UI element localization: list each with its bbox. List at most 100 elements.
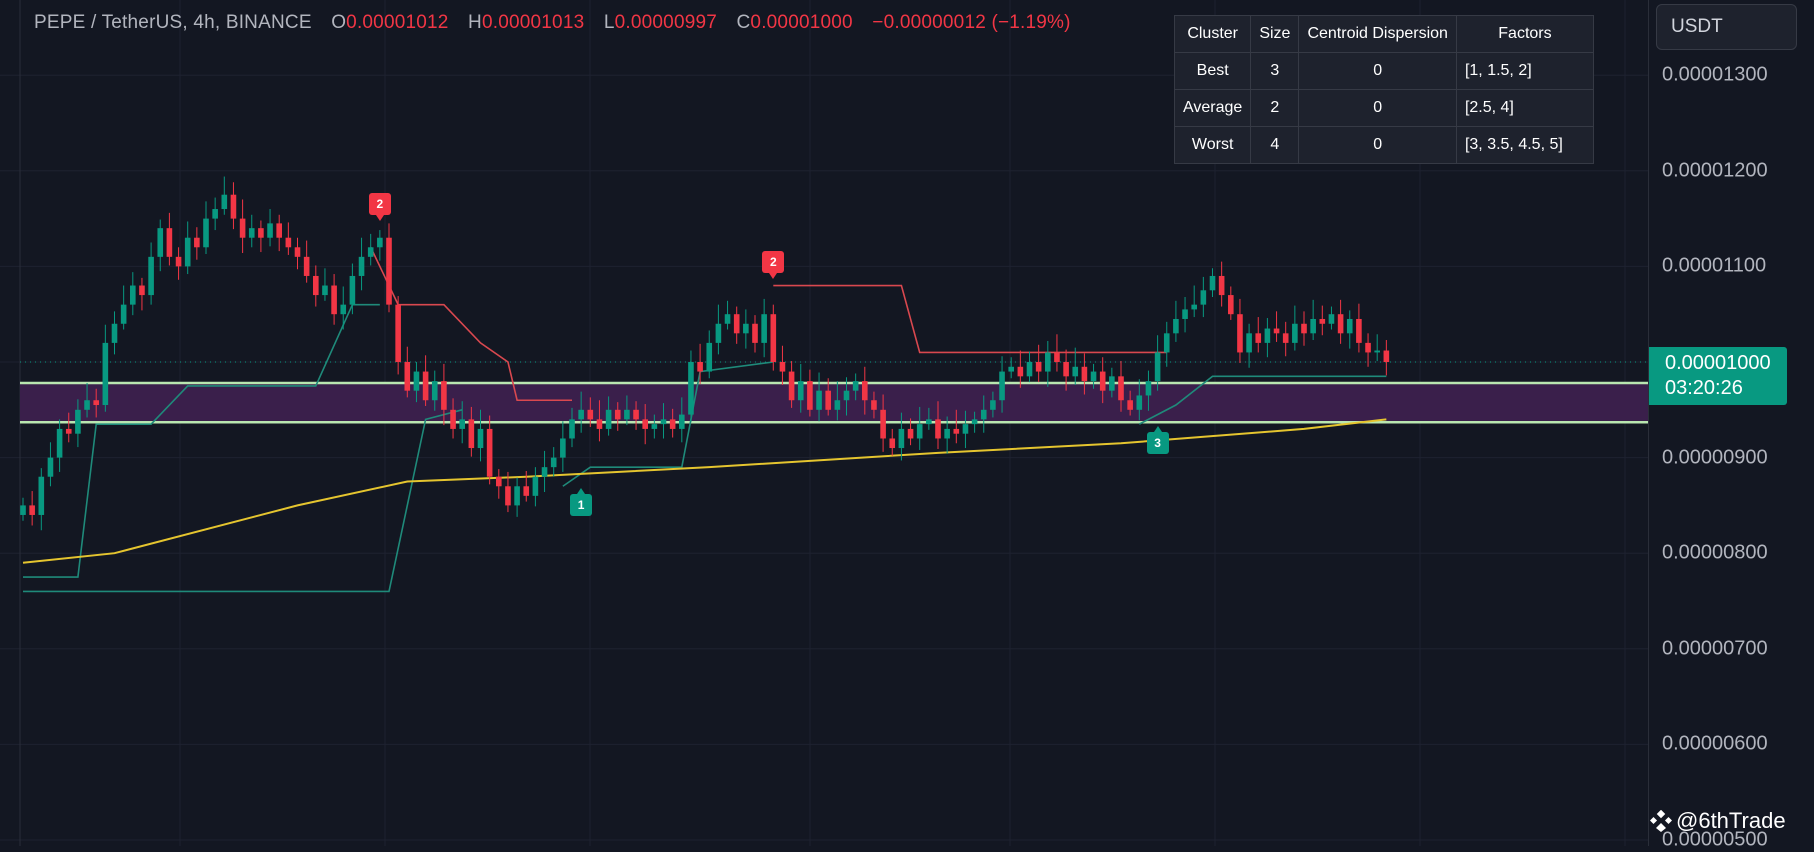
candle-up <box>38 476 45 515</box>
header-factors: Factors <box>1455 15 1594 53</box>
header-dispersion: Centroid Dispersion <box>1298 15 1457 53</box>
candle-up <box>569 419 575 439</box>
candle-up <box>477 428 484 449</box>
candle-up <box>120 304 127 324</box>
candle-up <box>1109 376 1115 391</box>
candle-down <box>825 390 831 410</box>
candle-up <box>944 428 950 439</box>
high-label: H <box>468 12 482 33</box>
bullish-trailing-stop-line <box>23 303 380 578</box>
candle-down <box>496 476 502 487</box>
binance-logo-icon <box>1650 810 1672 832</box>
cell-size: 3 <box>1250 52 1300 90</box>
candle-up <box>999 371 1005 401</box>
candle-up <box>852 381 859 391</box>
candle-up <box>550 457 557 468</box>
candle-up <box>1328 314 1335 324</box>
candle-down <box>395 304 401 362</box>
candle-up <box>797 381 804 401</box>
candle-up <box>688 362 694 415</box>
candle-down <box>889 438 896 449</box>
candle-down <box>871 400 877 410</box>
candle-down <box>1127 400 1133 410</box>
change-value: −0.00000012 (−1.19%) <box>872 12 1071 33</box>
open-value: 0.00001012 <box>346 12 449 33</box>
candle-down <box>450 409 456 429</box>
ema-line <box>22 418 1387 564</box>
candle-down <box>807 381 813 410</box>
price-tick-label: 0.00000600 <box>1662 732 1768 755</box>
candle-down <box>230 194 237 219</box>
cluster-table: Cluster Size Centroid Dispersion Factors… <box>1173 15 1594 164</box>
last-price-tag: 0.00001000 03:20:26 <box>1649 347 1787 405</box>
candle-down <box>294 247 301 257</box>
bearish-trailing-stop-line <box>773 284 1167 354</box>
cell-dispersion: 0 <box>1298 89 1457 127</box>
candle-up <box>816 390 822 410</box>
candle-up <box>1191 304 1197 310</box>
candle-up <box>130 285 136 305</box>
candle-up <box>203 218 209 248</box>
candle-down <box>175 256 182 267</box>
candle-up <box>1008 366 1014 372</box>
candle-up <box>1182 309 1188 319</box>
candle-down <box>907 428 914 439</box>
candle-up <box>971 419 978 425</box>
candle-down <box>633 409 639 420</box>
candle-up <box>20 505 26 515</box>
support-resistance-band <box>20 383 1648 423</box>
cell-size: 4 <box>1250 126 1300 164</box>
candle-up <box>560 438 566 458</box>
candle-down <box>1282 333 1289 343</box>
currency-button[interactable]: USDT <box>1656 4 1797 50</box>
candle-up <box>184 237 191 267</box>
candle-down <box>1237 314 1243 353</box>
candle-down <box>1319 318 1326 324</box>
candle-down <box>1118 376 1124 401</box>
price-axis[interactable] <box>1648 0 1814 846</box>
candle-up <box>75 409 81 434</box>
candle-down <box>669 419 676 429</box>
candle-up <box>212 209 218 219</box>
table-header-row: Cluster Size Centroid Dispersion Factors <box>1173 15 1594 53</box>
watermark-text: @6thTrade <box>1676 808 1786 833</box>
candle-up <box>102 342 109 406</box>
candle-up <box>1374 350 1380 353</box>
candle-up <box>898 428 905 449</box>
candle-down <box>285 237 292 248</box>
candle-up <box>340 304 347 315</box>
symbol-title: PEPE / TetherUS, 4h, BINANCE <box>34 12 312 33</box>
candle-down <box>880 409 886 439</box>
candle-up <box>221 194 228 210</box>
open-label: O <box>331 12 347 33</box>
candle-down <box>1301 323 1307 334</box>
candle-up <box>541 467 548 477</box>
candle-down <box>935 419 941 439</box>
price-tick-label: 0.00001100 <box>1662 254 1767 277</box>
candle-up <box>413 371 420 391</box>
candle-up <box>1264 328 1271 343</box>
candle-down <box>1228 295 1234 315</box>
candle-up <box>990 400 996 410</box>
candle-down <box>1099 371 1106 391</box>
candle-down <box>587 409 594 420</box>
candle-up <box>322 285 328 296</box>
candle-up <box>1072 366 1079 377</box>
low-label: L <box>603 12 615 33</box>
price-tick-label: 0.00000900 <box>1662 446 1768 469</box>
low-value: 0.00000997 <box>614 12 718 33</box>
candle-up <box>834 400 841 410</box>
candle-up <box>349 275 356 305</box>
candle-up <box>715 323 722 343</box>
candle-up <box>916 424 923 439</box>
candle-down <box>258 228 264 238</box>
cell-dispersion: 0 <box>1298 126 1457 164</box>
table-row: Worst 4 0 [3, 3.5, 4.5, 5] <box>1173 126 1594 164</box>
candle-down <box>93 400 99 406</box>
table-row: Best 3 0 [1, 1.5, 2] <box>1173 52 1594 90</box>
candle-up <box>367 247 374 257</box>
close-label: C <box>736 12 751 33</box>
candle-up <box>1026 362 1033 377</box>
candle-down <box>1035 362 1042 372</box>
candle-down <box>1063 362 1069 377</box>
